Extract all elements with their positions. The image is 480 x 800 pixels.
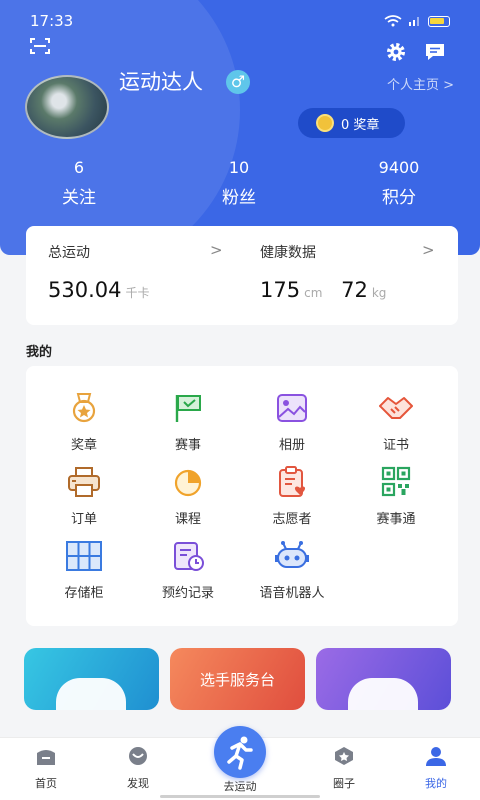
user-icon	[426, 747, 446, 766]
grid-item-label: 语音机器人	[259, 586, 325, 601]
username: 运动达人	[119, 70, 203, 94]
grid-item-orders[interactable]: 订单	[30, 466, 138, 527]
handshake-icon	[379, 397, 413, 419]
locker-icon	[66, 541, 102, 571]
grid-item-label: 存储柜	[64, 586, 104, 601]
section-title-mine: 我的	[26, 345, 53, 360]
tab-label: 首页	[35, 777, 57, 790]
go-exercise-button[interactable]	[214, 726, 266, 778]
health-value: 175 cm 72 kg	[260, 278, 386, 302]
home-icon	[37, 750, 55, 765]
stat-label: 积分	[382, 188, 416, 208]
medal-count-button[interactable]: 0 奖章	[298, 108, 405, 138]
status-time: 17:33	[30, 12, 74, 30]
tab-home[interactable]: 首页	[6, 746, 86, 791]
home-indicator	[160, 795, 320, 798]
bottom-tab-bar: 首页 发现 去运动 圈子 我的	[0, 726, 480, 800]
medal-badge-icon	[316, 114, 334, 132]
health-title: 健康数据	[260, 245, 316, 261]
tab-label: 去运动	[223, 780, 257, 793]
calories-unit: 千卡	[125, 286, 150, 300]
status-icons	[384, 15, 450, 27]
printer-icon	[68, 467, 100, 497]
stat-points[interactable]: 9400 积分	[339, 158, 459, 208]
mine-grid: 奖章 赛事 相册 证书 订单 课程 志愿者 赛事通 存储柜 预约记录 语音机器人	[26, 366, 458, 626]
stat-value: 6	[73, 158, 85, 177]
qrcode-icon	[381, 466, 411, 497]
stat-followers[interactable]: 10 粉丝	[179, 158, 299, 208]
wifi-icon	[384, 15, 402, 27]
grid-item-label: 课程	[174, 512, 201, 527]
pie-icon	[174, 469, 202, 497]
banner-card-1[interactable]	[24, 648, 159, 710]
exercise-title: 总运动	[48, 245, 90, 261]
signal-icon	[409, 17, 419, 26]
grid-item-label: 奖章	[70, 438, 97, 453]
grid-item-label: 订单	[70, 512, 97, 527]
summary-card: 总运动 > 530.04 千卡 健康数据 > 175 cm 72 kg	[26, 226, 458, 325]
profile-header: 17:33 运动达人 ♂ 个人主页 > 0 奖章 6 关注 10 粉丝 9400…	[0, 0, 480, 255]
tab-circle[interactable]: 圈子	[304, 746, 384, 791]
scan-icon[interactable]	[30, 38, 50, 54]
height-value: 175	[260, 278, 301, 302]
calendar-clock-icon	[174, 542, 204, 571]
weight-unit: kg	[371, 286, 387, 300]
clipboard-heart-icon	[279, 466, 306, 497]
grid-item-locker[interactable]: 存储柜	[30, 540, 138, 601]
flag-icon	[175, 395, 201, 422]
weight-value: 72	[341, 278, 368, 302]
grid-item-volunteer[interactable]: 志愿者	[238, 466, 346, 527]
banner-shape	[56, 678, 126, 710]
grid-item-booking-records[interactable]: 预约记录	[134, 540, 242, 601]
medal-icon	[72, 393, 96, 423]
grid-item-medal[interactable]: 奖章	[30, 392, 138, 453]
avatar[interactable]	[25, 75, 109, 139]
banner-card-service-desk[interactable]: 选手服务台	[170, 648, 305, 710]
grid-item-label: 赛事	[174, 438, 201, 453]
homepage-link[interactable]: 个人主页 >	[387, 74, 454, 93]
grid-item-album[interactable]: 相册	[238, 392, 346, 453]
stat-label: 粉丝	[222, 188, 256, 208]
discover-icon	[129, 747, 147, 765]
robot-icon	[275, 541, 309, 568]
banner-title: 选手服务台	[199, 671, 275, 689]
grid-item-label: 志愿者	[272, 512, 312, 527]
stat-value: 10	[228, 158, 250, 177]
runner-icon	[227, 736, 253, 770]
grid-item-voice-robot[interactable]: 语音机器人	[238, 540, 346, 601]
exercise-value: 530.04 千卡	[48, 278, 150, 302]
tab-go-exercise[interactable]: 去运动	[200, 778, 280, 794]
medal-count-label: 0 奖章	[341, 117, 380, 133]
chevron-right-icon: >	[422, 241, 435, 259]
stat-following[interactable]: 6 关注	[19, 158, 139, 208]
tab-label: 发现	[127, 777, 149, 790]
battery-icon	[428, 15, 450, 27]
message-icon[interactable]	[424, 42, 446, 62]
grid-item-event-pass[interactable]: 赛事通	[342, 466, 450, 527]
settings-icon[interactable]	[386, 42, 406, 62]
grid-item-label: 预约记录	[161, 586, 214, 601]
status-bar: 17:33	[30, 12, 450, 32]
stat-value: 9400	[378, 158, 420, 177]
grid-item-certificate[interactable]: 证书	[342, 392, 450, 453]
tab-mine[interactable]: 我的	[396, 746, 476, 791]
grid-item-events[interactable]: 赛事	[134, 392, 242, 453]
grid-item-label: 证书	[382, 438, 409, 453]
stat-label: 关注	[62, 188, 96, 208]
tab-discover[interactable]: 发现	[98, 746, 178, 791]
tab-label: 我的	[425, 777, 447, 790]
circle-icon	[335, 747, 353, 765]
album-icon	[277, 394, 307, 422]
grid-item-courses[interactable]: 课程	[134, 466, 242, 527]
height-unit: cm	[304, 286, 323, 300]
gender-male-icon: ♂	[226, 70, 250, 94]
calories-value: 530.04	[48, 278, 122, 302]
grid-item-label: 赛事通	[376, 512, 416, 527]
chevron-right-icon: >	[210, 241, 223, 259]
grid-item-label: 相册	[278, 438, 305, 453]
banner-shape	[348, 678, 418, 710]
tab-label: 圈子	[333, 777, 355, 790]
banner-card-3[interactable]	[316, 648, 451, 710]
